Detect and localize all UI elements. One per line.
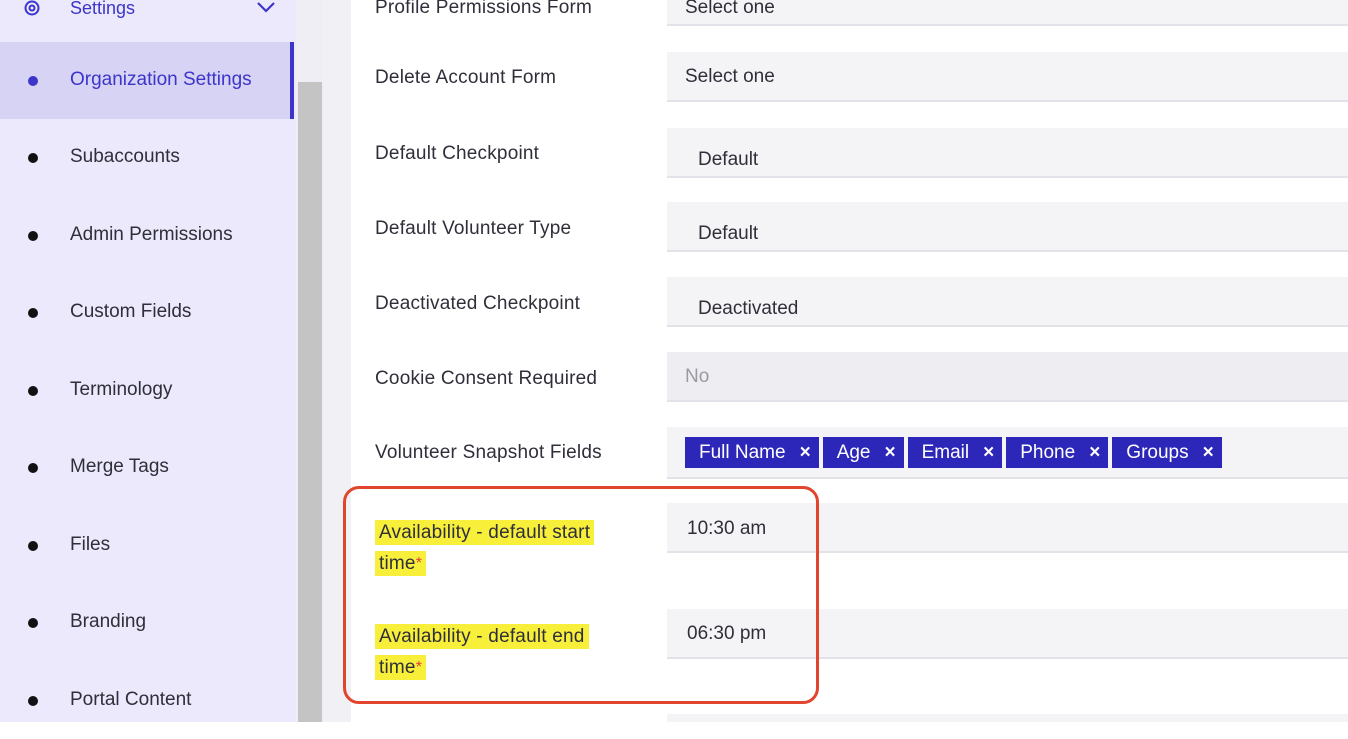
field-value: Select one — [685, 0, 775, 18]
sidebar-item-merge-tags[interactable]: Merge Tags — [0, 429, 294, 506]
sidebar-item-subaccounts[interactable]: Subaccounts — [0, 119, 294, 196]
field-label: Default Checkpoint — [375, 143, 540, 164]
field-value: Default — [698, 223, 759, 244]
bullet-icon — [28, 76, 38, 86]
form-row-delete-account: Delete Account Form i Select one — [351, 52, 1348, 102]
field-value: No — [685, 366, 710, 387]
next-field[interactable] — [667, 714, 1348, 722]
sidebar-item-label: Portal Content — [70, 689, 192, 710]
default-volunteer-type-select[interactable]: Default — [667, 202, 1348, 252]
delete-account-select[interactable]: Select one — [667, 52, 1348, 102]
chip-label: Email — [921, 442, 970, 463]
sidebar-item-files[interactable]: Files — [0, 507, 294, 584]
bullet-icon — [28, 541, 38, 551]
close-icon[interactable]: × — [800, 437, 811, 468]
field-value: Default — [698, 149, 759, 170]
form-row-cookie-consent: Cookie Consent Required i No — [351, 352, 1348, 402]
form-row-profile-permissions: Profile Permissions Form i Select one — [351, 0, 1348, 26]
close-icon[interactable]: × — [885, 437, 896, 468]
chevron-down-icon[interactable] — [256, 0, 276, 14]
sidebar-item-branding[interactable]: Branding — [0, 584, 294, 661]
bullet-icon — [28, 618, 38, 628]
field-value: Select one — [685, 66, 775, 87]
chip-age: Age × — [822, 437, 904, 468]
sidebar-scrollbar-thumb[interactable] — [298, 82, 322, 722]
bullet-icon — [28, 696, 38, 706]
chip-label: Age — [836, 442, 871, 463]
close-icon[interactable]: × — [983, 437, 994, 468]
sidebar-item-label: Custom Fields — [70, 301, 192, 322]
close-icon[interactable]: × — [1203, 437, 1214, 468]
profile-permissions-select[interactable]: Select one — [667, 0, 1348, 26]
sidebar-item-label: Branding — [70, 611, 147, 632]
sidebar-item-label: Organization Settings — [70, 69, 252, 90]
sidebar-item-portal-content[interactable]: Portal Content — [0, 662, 294, 739]
bullet-icon — [28, 231, 38, 241]
field-label: Default Volunteer Type — [375, 218, 572, 239]
form-row-default-checkpoint: Default Checkpoint i Default — [351, 128, 1348, 178]
bullet-icon — [28, 308, 38, 318]
sidebar-section-settings[interactable]: Settings — [0, 0, 290, 22]
deactivated-checkpoint-select[interactable]: Deactivated — [667, 277, 1348, 327]
chip-label: Full Name — [699, 442, 786, 463]
bullet-icon — [28, 463, 38, 473]
chip-list: Full Name × Age × Email × Phone × Groups × — [685, 437, 1222, 468]
sidebar-item-admin-permissions[interactable]: Admin Permissions — [0, 197, 294, 274]
field-label: Profile Permissions Form — [375, 0, 593, 18]
sidebar-item-custom-fields[interactable]: Custom Fields — [0, 274, 294, 351]
close-icon[interactable]: × — [1089, 437, 1100, 468]
sidebar: Settings Organization Settings Subaccoun… — [0, 0, 323, 722]
chip-label: Groups — [1126, 442, 1189, 463]
form-row-deactivated-checkpoint: Deactivated Checkpoint i Deactivated — [351, 277, 1348, 327]
sidebar-item-label: Merge Tags — [70, 456, 169, 477]
sidebar-item-organization-settings[interactable]: Organization Settings — [0, 42, 294, 119]
field-label: Volunteer Snapshot Fields — [375, 442, 602, 463]
sidebar-item-label: Terminology — [70, 379, 173, 400]
sidebar-item-label: Files — [70, 534, 111, 555]
snapshot-fields-multiselect[interactable]: Full Name × Age × Email × Phone × Groups × — [667, 427, 1348, 479]
field-label: Deactivated Checkpoint — [375, 293, 581, 314]
form-row-snapshot-fields: Volunteer Snapshot Fields i Full Name× A… — [351, 427, 1348, 479]
chip-phone: Phone × — [1006, 437, 1109, 468]
field-label: Cookie Consent Required — [375, 368, 598, 389]
field-value: Deactivated — [698, 298, 799, 319]
field-label: Delete Account Form — [375, 67, 557, 88]
form-row-next — [351, 714, 1348, 722]
sidebar-item-terminology[interactable]: Terminology — [0, 352, 294, 429]
annotation-callout — [343, 486, 819, 704]
gear-icon — [24, 0, 40, 16]
sidebar-section-label: Settings — [70, 0, 136, 18]
sidebar-item-label: Admin Permissions — [70, 224, 233, 245]
chip-groups: Groups × — [1112, 437, 1222, 468]
default-checkpoint-select[interactable]: Default — [667, 128, 1348, 178]
chip-full-name: Full Name × — [685, 437, 819, 468]
form-row-default-volunteer-type: Default Volunteer Type i Default — [351, 202, 1348, 252]
chip-email: Email × — [907, 437, 1003, 468]
cookie-consent-select: No — [667, 352, 1348, 402]
chip-label: Phone — [1020, 442, 1076, 463]
bullet-icon — [28, 153, 38, 163]
sidebar-item-label: Subaccounts — [70, 146, 180, 167]
bullet-icon — [28, 386, 38, 396]
active-indicator — [290, 42, 294, 119]
